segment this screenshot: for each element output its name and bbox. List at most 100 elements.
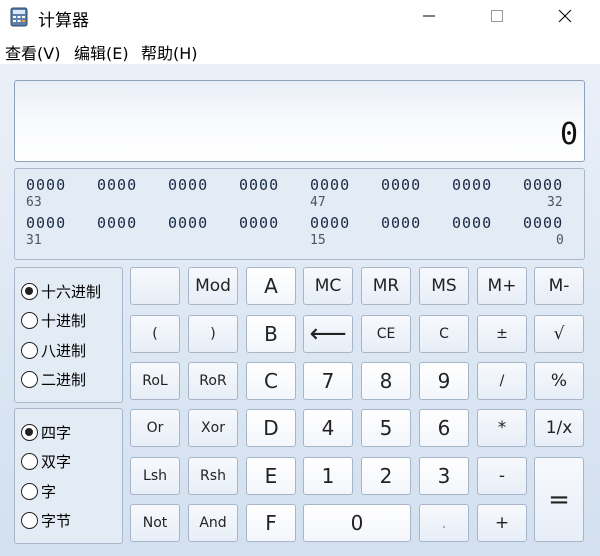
radio-button[interactable] <box>21 341 38 359</box>
hex-a-button[interactable]: A <box>246 267 296 305</box>
radio-byte[interactable]: 字节 <box>21 508 71 532</box>
bit-group: 0000 <box>310 214 351 232</box>
multiply-button[interactable]: * <box>477 409 527 447</box>
radio-label: 四字 <box>41 423 72 442</box>
close-paren-button[interactable]: ) <box>188 315 238 353</box>
title-bar: 计算器 <box>0 0 600 34</box>
radio-label: 双字 <box>41 452 72 471</box>
subtract-button[interactable]: - <box>477 457 527 495</box>
digit-8-button[interactable]: 8 <box>361 362 411 400</box>
digit-6-button[interactable]: 6 <box>419 409 469 447</box>
bit-group: 0000 <box>239 214 280 232</box>
hex-d-button[interactable]: D <box>246 409 296 447</box>
hex-f-button[interactable]: F <box>246 504 296 542</box>
radio-dec[interactable]: 十进制 <box>21 308 86 332</box>
radio-dword[interactable]: 双字 <box>21 449 71 473</box>
bit-group: 0000 <box>452 176 493 194</box>
menu-view[interactable]: 查看(V) <box>5 40 60 64</box>
xor-button[interactable]: Xor <box>188 409 238 447</box>
radio-button[interactable] <box>21 311 38 329</box>
radio-bin[interactable]: 二进制 <box>21 367 86 391</box>
not-button[interactable]: Not <box>130 504 180 542</box>
radio-label: 十六进制 <box>41 282 102 301</box>
mr-button[interactable]: MR <box>361 267 411 305</box>
bit-group: 0000 <box>381 214 422 232</box>
clear-button[interactable]: C <box>419 315 469 353</box>
radio-label: 二进制 <box>41 370 87 389</box>
lsh-button[interactable]: Lsh <box>130 457 180 495</box>
close-button[interactable] <box>542 0 588 32</box>
decimal-button[interactable]: . <box>419 504 469 542</box>
close-icon <box>558 9 572 23</box>
backspace-button[interactable]: ⟵ <box>303 315 353 353</box>
reciprocal-button[interactable]: 1/x <box>534 409 584 447</box>
or-button[interactable]: Or <box>130 409 180 447</box>
digit-5-button[interactable]: 5 <box>361 409 411 447</box>
ror-button[interactable]: RoR <box>188 362 238 400</box>
bit-group: 0000 <box>523 176 564 194</box>
plus-minus-button[interactable]: ± <box>477 315 527 353</box>
add-button[interactable]: + <box>477 504 527 542</box>
hex-c-button[interactable]: C <box>246 362 296 400</box>
and-button[interactable]: And <box>188 504 238 542</box>
maximize-icon <box>491 10 503 22</box>
bit-group: 0000 <box>381 176 422 194</box>
divide-button[interactable]: / <box>477 362 527 400</box>
bit-index: 0 <box>556 233 564 248</box>
bit-index: 31 <box>26 233 42 248</box>
hex-b-button[interactable]: B <box>246 315 296 353</box>
calculator-body: 0 0000 0000 0000 0000 0000 0000 0000 000… <box>0 64 600 556</box>
m-plus-button[interactable]: M+ <box>477 267 527 305</box>
digit-7-button[interactable]: 7 <box>303 362 353 400</box>
word-size-panel: 四字 双字 字 字节 <box>14 408 123 544</box>
window-title: 计算器 <box>38 11 89 31</box>
m-minus-button[interactable]: M- <box>534 267 584 305</box>
bit-display: 0000 0000 0000 0000 0000 0000 0000 0000 … <box>14 168 585 260</box>
digit-4-button[interactable]: 4 <box>303 409 353 447</box>
radio-button[interactable] <box>21 423 38 441</box>
bit-group: 0000 <box>452 214 493 232</box>
ms-button[interactable]: MS <box>419 267 469 305</box>
rol-button[interactable]: RoL <box>130 362 180 400</box>
digit-2-button[interactable]: 2 <box>361 457 411 495</box>
radio-button[interactable] <box>21 511 38 529</box>
radio-button[interactable] <box>21 482 38 500</box>
digit-9-button[interactable]: 9 <box>419 362 469 400</box>
radio-button[interactable] <box>21 452 38 470</box>
mc-button[interactable]: MC <box>303 267 353 305</box>
mod-button[interactable]: Mod <box>188 267 238 305</box>
display: 0 <box>14 80 585 162</box>
bit-index: 63 <box>26 195 42 210</box>
sqrt-button[interactable]: √ <box>534 315 584 353</box>
menu-help[interactable]: 帮助(H) <box>141 40 198 64</box>
radio-word[interactable]: 字 <box>21 479 56 503</box>
digit-3-button[interactable]: 3 <box>419 457 469 495</box>
bit-group: 0000 <box>97 214 138 232</box>
equals-button[interactable]: = <box>534 457 584 542</box>
maximize-button[interactable] <box>474 0 520 32</box>
bit-group: 0000 <box>239 176 280 194</box>
hex-e-button[interactable]: E <box>246 457 296 495</box>
minimize-icon <box>423 15 435 17</box>
display-value: 0 <box>559 117 578 152</box>
rsh-button[interactable]: Rsh <box>188 457 238 495</box>
percent-button[interactable]: % <box>534 362 584 400</box>
bit-index: 47 <box>310 195 326 210</box>
radio-oct[interactable]: 八进制 <box>21 338 86 362</box>
radio-qword[interactable]: 四字 <box>21 420 71 444</box>
radio-label: 字 <box>41 482 57 501</box>
open-paren-button[interactable]: ( <box>130 315 180 353</box>
menu-edit[interactable]: 编辑(E) <box>74 40 129 64</box>
minimize-button[interactable] <box>406 0 452 32</box>
radio-label: 十进制 <box>41 311 87 330</box>
radio-button[interactable] <box>21 370 38 388</box>
blank-button[interactable] <box>130 267 180 305</box>
digit-0-button[interactable]: 0 <box>303 504 411 542</box>
radio-hex[interactable]: 十六进制 <box>21 279 101 303</box>
base-panel: 十六进制 十进制 八进制 二进制 <box>14 267 123 403</box>
radio-button[interactable] <box>21 282 38 300</box>
ce-button[interactable]: CE <box>361 315 411 353</box>
calculator-icon <box>10 7 28 27</box>
bit-group: 0000 <box>26 176 67 194</box>
digit-1-button[interactable]: 1 <box>303 457 353 495</box>
